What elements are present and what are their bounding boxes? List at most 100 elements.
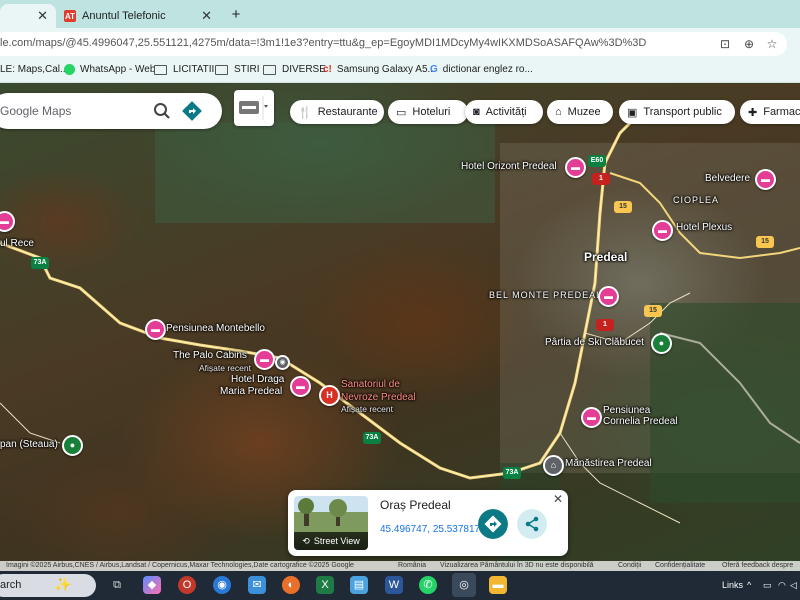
search-input[interactable]: Google Maps bbox=[0, 104, 71, 118]
chip-activitati[interactable]: ◙ Activități bbox=[465, 100, 543, 124]
street-view-icon: ⟲ bbox=[302, 535, 310, 546]
bookmark-item[interactable]: STIRI bbox=[215, 64, 260, 75]
park-pin-icon[interactable]: ● bbox=[651, 333, 672, 354]
place-label-montebello[interactable]: Pensiunea Montebello bbox=[166, 323, 265, 334]
battery-icon[interactable]: ▭ bbox=[763, 580, 772, 591]
hotel-pin-icon[interactable]: ▬ bbox=[652, 220, 673, 241]
chip-farmacii[interactable]: ✚ Farmac bbox=[740, 100, 800, 124]
share-button[interactable] bbox=[517, 509, 547, 539]
close-tab-icon[interactable]: ✕ bbox=[201, 8, 212, 24]
task-view-icon[interactable]: ⧉ bbox=[108, 576, 126, 594]
excel-icon[interactable]: X bbox=[316, 576, 334, 594]
bookmark-item[interactable]: DIVERSE bbox=[263, 64, 326, 75]
bookmark-item[interactable]: LE: Maps,Cal... bbox=[0, 64, 68, 75]
bookmark-item[interactable]: LICITATII bbox=[154, 64, 214, 75]
chrome-remote-icon[interactable]: ◉ bbox=[213, 576, 231, 594]
place-coordinates[interactable]: 45.496747, 25.537817 bbox=[380, 524, 480, 535]
bookmark-label: LE: Maps,Cal... bbox=[0, 64, 69, 75]
place-label-sanatoriul[interactable]: Nevroze Predeal bbox=[341, 392, 415, 403]
chip-muzee[interactable]: ⌂ Muzee bbox=[547, 100, 613, 124]
area-label-cioplea: CIOPLEA bbox=[673, 195, 720, 205]
forest-patch bbox=[650, 303, 800, 503]
privacy-link[interactable]: Confidențialitate bbox=[655, 562, 705, 569]
3d-unavailable-text: Vizualizarea Pământului în 3D nu este di… bbox=[440, 562, 594, 569]
directions-button[interactable] bbox=[478, 509, 508, 539]
bookmark-star-icon[interactable]: ☆ bbox=[765, 37, 779, 51]
park-pin-icon[interactable]: ● bbox=[62, 435, 83, 456]
city-label-predeal[interactable]: Predeal bbox=[584, 250, 627, 264]
hotel-pin-icon[interactable]: ▬ bbox=[598, 286, 619, 307]
place-label-ul-rece[interactable]: ul Rece bbox=[0, 238, 34, 249]
opera-icon[interactable]: O bbox=[178, 576, 196, 594]
museum-icon: ⌂ bbox=[555, 106, 562, 118]
bookmark-item[interactable]: c! Samsung Galaxy A5... bbox=[323, 64, 436, 75]
keyboard-input-tools-button[interactable] bbox=[234, 90, 274, 126]
place-card[interactable]: ⟲ Street View Oraș Predeal 45.496747, 25… bbox=[288, 490, 568, 556]
zoom-icon[interactable]: ⊕ bbox=[742, 37, 756, 51]
hotel-pin-icon[interactable]: ▬ bbox=[755, 169, 776, 190]
place-label-belvedere[interactable]: Belvedere bbox=[705, 173, 750, 184]
bookmark-item[interactable]: WhatsApp - Web bbox=[64, 64, 155, 75]
hotel-pin-icon[interactable]: ▬ bbox=[145, 319, 166, 340]
place-label-hotel-plexus[interactable]: Hotel Plexus bbox=[676, 222, 732, 233]
hospital-pin-icon[interactable]: H bbox=[319, 385, 340, 406]
bookmarks-bar: LE: Maps,Cal... WhatsApp - Web LICITATII… bbox=[0, 60, 800, 83]
wifi-icon[interactable]: ◠ bbox=[778, 580, 786, 591]
place-label-sanatoriul[interactable]: Sanatoriul de bbox=[341, 379, 400, 390]
photos-icon[interactable]: ▤ bbox=[350, 576, 368, 594]
place-label-hotel-draga[interactable]: Hotel Draga bbox=[231, 374, 284, 385]
chrome-taskbar-icon[interactable]: ◎ bbox=[452, 573, 476, 597]
hotel-pin-icon[interactable]: ▬ bbox=[290, 376, 311, 397]
google-icon: G bbox=[430, 64, 438, 75]
place-label-hotel-orizont[interactable]: Hotel Orizont Predeal bbox=[461, 161, 557, 172]
hotel-pin-icon[interactable]: ▬ bbox=[254, 349, 275, 370]
place-label-palo-cabins[interactable]: The Palo Cabins bbox=[173, 350, 247, 361]
place-label-hotel-draga[interactable]: Maria Predeal bbox=[220, 386, 282, 397]
chip-transport-public[interactable]: ▣ Transport public bbox=[619, 100, 735, 124]
new-tab-button[interactable]: + bbox=[228, 6, 244, 23]
place-label-bel-monte[interactable]: BEL MONTE PREDEAL bbox=[489, 290, 602, 300]
street-view-thumbnail[interactable]: ⟲ Street View bbox=[294, 496, 368, 550]
file-explorer-icon[interactable]: ▬ bbox=[489, 576, 507, 594]
monastery-pin-icon[interactable]: ⌂ bbox=[543, 455, 564, 476]
recent-tag: Afișate recent bbox=[199, 363, 251, 373]
mail-icon[interactable]: ✉ bbox=[248, 576, 266, 594]
whatsapp-icon bbox=[64, 64, 75, 75]
hotel-pin-icon[interactable]: ▬ bbox=[581, 407, 602, 428]
road-shield: 73A bbox=[31, 257, 49, 269]
chip-label: Restaurante bbox=[317, 106, 378, 118]
tab-google-maps[interactable]: ✕ bbox=[0, 4, 56, 28]
close-card-icon[interactable]: ✕ bbox=[553, 492, 563, 506]
chip-hoteluri[interactable]: ▭ Hoteluri bbox=[388, 100, 468, 124]
hotel-pin-icon[interactable]: ▬ bbox=[565, 157, 586, 178]
bookmark-item[interactable]: G dictionar englez ro... bbox=[430, 64, 533, 75]
recent-place-pin-icon[interactable]: ◉ bbox=[275, 355, 290, 370]
place-label-pensiunea-cornelia[interactable]: Pensiunea bbox=[603, 405, 650, 416]
search-icon[interactable] bbox=[153, 102, 171, 120]
install-app-icon[interactable]: ⊡ bbox=[718, 37, 732, 51]
country-link[interactable]: România bbox=[398, 562, 426, 569]
word-icon[interactable]: W bbox=[385, 576, 403, 594]
copilot-icon[interactable]: ◆ bbox=[143, 576, 161, 594]
close-tab-icon[interactable]: ✕ bbox=[37, 8, 48, 24]
chip-restaurante[interactable]: 🍴 Restaurante bbox=[290, 100, 384, 124]
place-label-partia-ski[interactable]: Pârtia de Ski Clăbucet bbox=[545, 337, 644, 348]
feedback-link[interactable]: Oferă feedback despre bbox=[722, 562, 793, 569]
whatsapp-taskbar-icon[interactable]: ✆ bbox=[419, 576, 437, 594]
taskbar-search[interactable]: arch ✨ bbox=[0, 574, 96, 597]
local-road bbox=[0, 402, 61, 444]
place-label-steaua[interactable]: pan (Steaua) bbox=[0, 439, 58, 450]
maps-search-box[interactable]: Google Maps bbox=[0, 93, 222, 129]
directions-icon[interactable] bbox=[182, 101, 202, 121]
terms-link[interactable]: Condiții bbox=[618, 562, 641, 569]
omnibox[interactable]: le.com/maps/@45.4996047,25.551121,4275m/… bbox=[0, 32, 787, 56]
place-label-manastirea[interactable]: Mănăstirea Predeal bbox=[565, 458, 652, 469]
place-label-pensiunea-cornelia[interactable]: Cornelia Predeal bbox=[603, 416, 678, 427]
address-bar-row: le.com/maps/@45.4996047,25.551121,4275m/… bbox=[0, 28, 800, 60]
browser-tab-bar: ✕ AT Anuntul Telefonic ✕ + bbox=[0, 0, 800, 28]
volume-icon[interactable]: ◁ bbox=[790, 580, 797, 591]
chevron-up-icon[interactable]: ^ bbox=[747, 580, 751, 590]
tab-anuntul-telefonic[interactable]: AT Anuntul Telefonic ✕ bbox=[64, 4, 220, 28]
links-toolbar-label[interactable]: Links bbox=[722, 580, 743, 590]
firefox-icon[interactable]: ◐ bbox=[282, 576, 300, 594]
